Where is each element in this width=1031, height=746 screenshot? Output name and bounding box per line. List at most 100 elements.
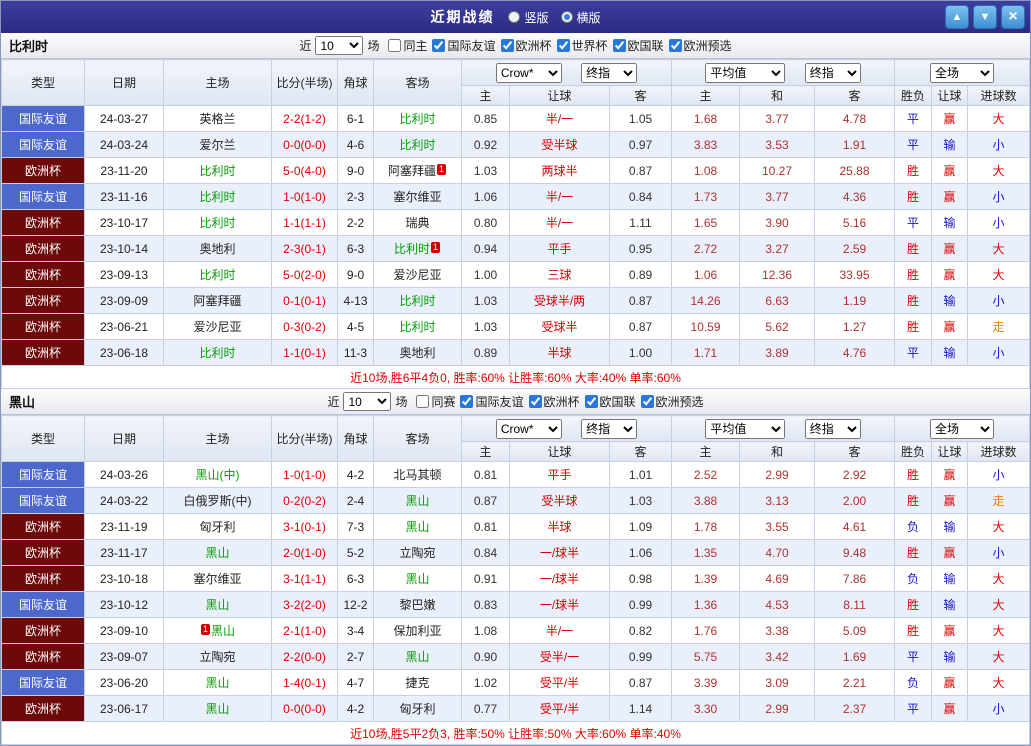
- eu-draw-odds: 3.27: [739, 235, 815, 262]
- asian-odds-group: Crow* 终指: [461, 59, 672, 86]
- eu-away-odds: 1.27: [813, 313, 896, 340]
- close-button[interactable]: ×: [1001, 5, 1025, 29]
- eu-draw-odds: 3.77: [739, 105, 815, 132]
- away-team-cell: 阿塞拜疆 1: [373, 157, 462, 184]
- match-row: 欧洲杯 23-09-09 阿塞拜疆 0-1(0-1) 4-13 比利时 1.03 受球半/两 0…: [1, 287, 1030, 314]
- filter-label: 欧国联: [627, 39, 664, 53]
- ah-home-odds: 0.85: [461, 105, 510, 132]
- ah-line: 受半球: [509, 131, 610, 158]
- team-text: 比利时: [199, 164, 236, 178]
- score-cell: 5-0(4-0): [271, 157, 338, 184]
- col-ah-away: 客: [609, 441, 672, 462]
- final-odds-select[interactable]: 终指: [581, 62, 638, 83]
- filter-option[interactable]: 欧洲预选: [640, 393, 704, 410]
- filter-checkbox[interactable]: [388, 39, 402, 52]
- corner-cell: 2-3: [337, 183, 374, 210]
- col-home: 主场: [163, 59, 272, 106]
- filter-option[interactable]: 国际友谊: [460, 393, 524, 410]
- ah-result-flag: 输: [931, 513, 969, 540]
- filter-checkbox[interactable]: [416, 395, 430, 408]
- match-type: 欧洲杯: [1, 339, 85, 366]
- filter-checkboxes: 同赛 国际友谊 欧洲杯 欧国联 欧洲预选: [411, 393, 704, 410]
- ah-away-odds: 0.97: [609, 131, 672, 158]
- summary-row: 近10场,胜5平2负3, 胜率:50% 让胜率:50% 大率:60% 单率:40…: [1, 721, 1030, 745]
- goals-flag: 小: [967, 539, 1030, 566]
- result-flag: 平: [894, 695, 933, 722]
- result-flag: 负: [894, 669, 933, 696]
- average-select[interactable]: 平均值: [705, 418, 786, 439]
- ah-home-odds: 0.84: [461, 539, 510, 566]
- filter-option[interactable]: 同赛: [416, 393, 455, 410]
- filter-option[interactable]: 同主: [388, 37, 427, 54]
- average-select[interactable]: 平均值: [705, 62, 786, 83]
- filter-option[interactable]: 欧洲预选: [668, 37, 732, 54]
- corner-cell: 3-4: [337, 617, 374, 644]
- filter-checkbox[interactable]: [460, 395, 474, 408]
- eu-away-odds: 25.88: [813, 157, 896, 184]
- window-title: 近期战绩: [430, 9, 495, 25]
- filter-checkbox[interactable]: [432, 39, 446, 52]
- ah-line: 半/一: [509, 617, 610, 644]
- scroll-up-button[interactable]: ▲: [945, 5, 969, 29]
- filter-checkbox[interactable]: [556, 39, 570, 52]
- match-type: 欧洲杯: [1, 513, 85, 540]
- eu-home-odds: 1.68: [671, 105, 740, 132]
- recent-count-select[interactable]: 10: [315, 36, 364, 55]
- summary-row: 近10场,胜6平4负0, 胜率:60% 让胜率:60% 大率:40% 单率:60…: [1, 365, 1030, 389]
- team-text: 立陶宛: [199, 650, 236, 664]
- eu-away-odds: 1.69: [813, 643, 896, 670]
- fulltime-select[interactable]: 全场: [930, 418, 995, 439]
- titlebar: 近期战绩 竖版 横版 ▲ ▼ ×: [1, 1, 1030, 33]
- radio-label: 横版: [576, 10, 601, 25]
- ah-away-odds: 0.87: [609, 313, 672, 340]
- corner-cell: 4-7: [337, 669, 374, 696]
- goals-flag: 小: [967, 183, 1030, 210]
- eu-home-odds: 1.39: [671, 565, 740, 592]
- radio-icon: [560, 11, 573, 23]
- ah-line: 受球半: [509, 313, 610, 340]
- match-date: 23-10-14: [84, 235, 164, 262]
- team-text: 立陶宛: [399, 546, 436, 560]
- bookmaker-select[interactable]: Crow*: [495, 62, 562, 83]
- ah-line: 一/球半: [509, 565, 610, 592]
- away-team-cell: 黑山: [373, 565, 462, 592]
- games-label: 场: [367, 39, 380, 53]
- recent-count-select[interactable]: 10: [343, 392, 392, 411]
- final-odds-select-2[interactable]: 终指: [804, 418, 861, 439]
- goals-flag: 大: [967, 261, 1030, 288]
- filter-option[interactable]: 欧国联: [612, 37, 664, 54]
- final-odds-select-2[interactable]: 终指: [804, 62, 861, 83]
- team-text: 奥地利: [399, 346, 436, 360]
- ah-home-odds: 0.87: [461, 487, 510, 514]
- filter-checkbox[interactable]: [500, 39, 514, 52]
- match-date: 23-11-16: [84, 183, 164, 210]
- fulltime-select[interactable]: 全场: [930, 62, 995, 83]
- final-odds-select[interactable]: 终指: [581, 418, 638, 439]
- team-section: 黑山 近 10 场 同赛 国际友谊 欧洲杯 欧国联 欧洲预选 类型 日期 主场 …: [1, 389, 1030, 745]
- filter-option[interactable]: 欧国联: [584, 393, 636, 410]
- radio-vertical-layout[interactable]: 竖版: [508, 9, 549, 26]
- filter-checkbox[interactable]: [528, 395, 542, 408]
- filter-option[interactable]: 欧洲杯: [500, 37, 552, 54]
- filter-checkbox[interactable]: [612, 39, 626, 52]
- radio-horizontal-layout[interactable]: 横版: [560, 9, 601, 26]
- result-flag: 胜: [894, 313, 933, 340]
- filter-checkbox[interactable]: [640, 395, 654, 408]
- filter-checkbox[interactable]: [584, 395, 598, 408]
- match-type: 国际友谊: [1, 487, 85, 514]
- team-text: 比利时: [399, 294, 436, 308]
- team-text: 匈牙利: [199, 520, 236, 534]
- ah-away-odds: 1.05: [609, 105, 672, 132]
- filter-option[interactable]: 欧洲杯: [528, 393, 580, 410]
- ah-line: 受球半/两: [509, 287, 610, 314]
- bookmaker-select[interactable]: Crow*: [495, 418, 562, 439]
- ah-line: 平手: [509, 461, 610, 488]
- ah-result-flag: 赢: [931, 461, 969, 488]
- filter-option[interactable]: 国际友谊: [432, 37, 496, 54]
- match-row: 欧洲杯 23-06-17 黑山 0-0(0-0) 4-2 匈牙利 0.77 受平/半 1.14 3…: [1, 695, 1030, 722]
- score-cell: 2-3(0-1): [271, 235, 338, 262]
- filter-checkbox[interactable]: [668, 39, 682, 52]
- scroll-down-button[interactable]: ▼: [973, 5, 997, 29]
- filter-option[interactable]: 世界杯: [556, 37, 608, 54]
- ah-result-flag: 赢: [931, 157, 969, 184]
